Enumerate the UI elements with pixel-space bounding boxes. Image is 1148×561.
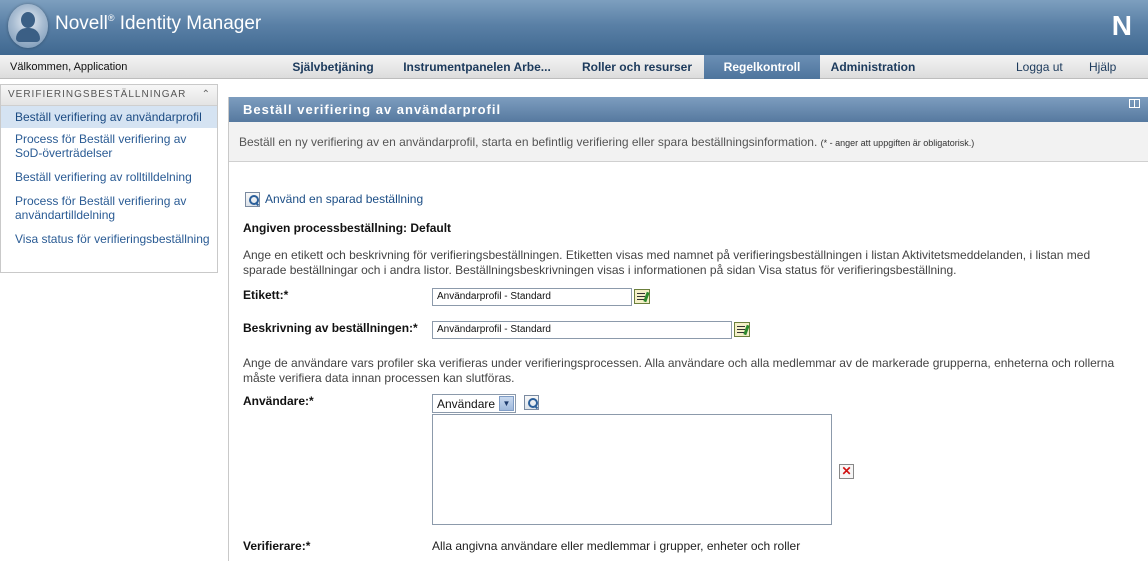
sidebar-item-user-assignment[interactable]: Process för Beställ verifiering av använ… (1, 186, 217, 224)
n-logo-icon: N (1111, 10, 1132, 41)
selected-users-list[interactable] (432, 414, 832, 525)
sidebar-item-user-profile[interactable]: Beställ verifiering av användarprofil (1, 106, 217, 128)
verifierare-label: Verifierare:* (243, 539, 311, 553)
product-name: Identity Manager (119, 13, 262, 34)
main-panel: Beställ verifiering av användarprofil Be… (228, 97, 1148, 561)
novell-logo-icon (8, 4, 48, 48)
label-help-text: Ange en etikett och beskrivning för veri… (243, 248, 1091, 277)
anvandare-label: Användare:* (243, 394, 314, 408)
intro-text: Beställ en ny verifiering av en användar… (239, 135, 818, 149)
tab-administration[interactable]: Administration (824, 55, 922, 79)
app-title: Novell® Identity Manager (55, 13, 261, 35)
use-saved-request-link[interactable]: Använd en sparad beställning (245, 192, 424, 208)
tab-self-service[interactable]: Självbetjäning (283, 55, 383, 79)
process-default-text: Angiven processbeställning: Default (243, 221, 452, 235)
tab-compliance[interactable]: Regelkontroll (704, 55, 820, 79)
brand-name: Novell (55, 13, 108, 34)
welcome-text: Välkommen, Application (10, 61, 128, 73)
logout-link[interactable]: Logga ut (1016, 55, 1063, 79)
search-icon (524, 395, 539, 411)
use-saved-request-label: Använd en sparad beställning (265, 192, 424, 206)
delete-icon[interactable]: ✕ (839, 464, 854, 479)
edit-text-icon[interactable] (634, 289, 650, 304)
intro-box: Beställ en ny verifiering av en användar… (229, 122, 1148, 162)
users-help-text: Ange de användare vars profiler ska veri… (243, 356, 1115, 385)
panel-title: Beställ verifiering av användarprofil (243, 102, 502, 117)
tab-work-dashboard[interactable]: Instrumentpanelen Arbe... (396, 55, 558, 79)
sidebar-item-status[interactable]: Visa status för verifieringsbeställning (1, 224, 217, 248)
nav-bar: Välkommen, Application Självbetjäning In… (0, 55, 1148, 79)
help-link[interactable]: Hjälp (1089, 55, 1116, 79)
layout-icon[interactable] (1129, 99, 1140, 108)
etikett-label: Etikett:* (243, 288, 289, 302)
sidebar-item-sod-violations[interactable]: Process för Beställ verifiering av SoD-ö… (1, 128, 217, 162)
sidebar-title: VERIFIERINGSBESTÄLLNINGAR (8, 89, 187, 100)
user-lookup-button[interactable] (524, 395, 544, 411)
beskrivning-label: Beskrivning av beställningen:* (243, 321, 418, 335)
sidebar-item-role-assignment[interactable]: Beställ verifiering av rolltilldelning (1, 162, 217, 186)
panel-title-bar: Beställ verifiering av användarprofil (229, 97, 1148, 122)
sidebar: VERIFIERINGSBESTÄLLNINGAR ⌃ Beställ veri… (0, 84, 218, 273)
sidebar-header: VERIFIERINGSBESTÄLLNINGAR ⌃ (1, 85, 217, 106)
tab-roles-resources[interactable]: Roller och resurser (573, 55, 701, 79)
collapse-icon[interactable]: ⌃ (202, 85, 211, 105)
verifierare-value: Alla angivna användare eller medlemmar i… (432, 539, 801, 553)
user-type-select[interactable]: Användare ▼ (432, 394, 516, 413)
registered-mark: ® (107, 13, 115, 23)
chevron-down-icon: ▼ (499, 396, 514, 411)
etikett-field[interactable]: Användarprofil - Standard (432, 288, 632, 306)
app-header: Novell® Identity Manager N (0, 0, 1148, 55)
search-icon (245, 192, 260, 208)
user-type-selected: Användare (437, 397, 496, 411)
edit-text-icon[interactable] (734, 322, 750, 337)
required-note: (* - anger att uppgiften är obligatorisk… (820, 138, 975, 148)
beskrivning-field[interactable]: Användarprofil - Standard (432, 321, 732, 339)
